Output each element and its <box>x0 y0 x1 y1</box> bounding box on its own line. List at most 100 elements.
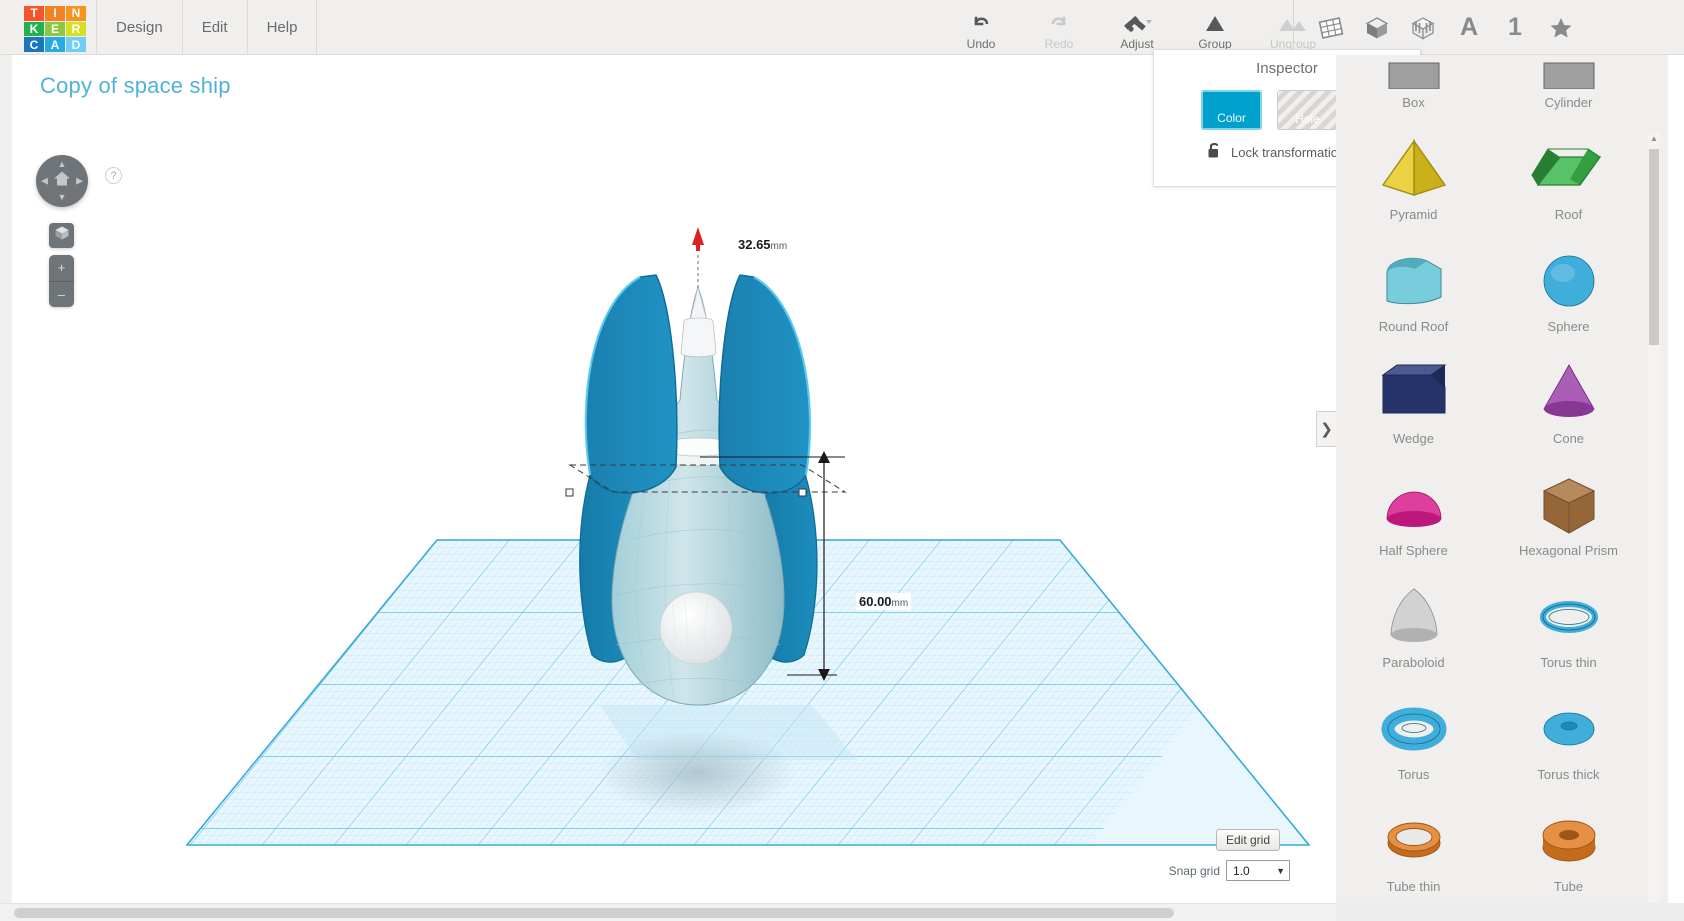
scroll-up-arrow-icon[interactable]: ▲ <box>1649 133 1659 145</box>
snap-grid-label: Snap grid <box>1168 863 1220 878</box>
shape-round-roof[interactable]: Round Roof <box>1336 235 1491 347</box>
unlocked-padlock-icon <box>1207 141 1222 164</box>
3d-viewport[interactable]: Copy of space ship ▲ ▼ ◀ ▶ ? + – 32.65mm… <box>12 55 1332 903</box>
text-tool-icon[interactable]: A <box>1454 13 1484 43</box>
shape-torus-thick-icon <box>1530 691 1608 765</box>
tinkercad-logo[interactable]: TIN KER CAD <box>24 6 86 52</box>
viewport-help-badge[interactable]: ? <box>105 167 122 184</box>
chevron-down-icon: ▼ <box>1276 865 1285 876</box>
solid-cube-icon[interactable] <box>1362 13 1392 43</box>
zoom-controls: + – <box>49 255 74 307</box>
redo-label: Redo <box>1044 37 1074 51</box>
edit-tools: Undo Redo Adjust Group Ungroup <box>942 0 1332 55</box>
spaceship-model <box>579 274 818 706</box>
menu-edit[interactable]: Edit <box>183 0 248 55</box>
shape-pyramid[interactable]: Pyramid <box>1336 123 1491 235</box>
zoom-out-button[interactable]: – <box>49 282 74 308</box>
shape-round-roof-icon <box>1375 243 1453 317</box>
hole-swatch-button[interactable]: Hole <box>1277 90 1338 130</box>
view-mode-icons: A 1 <box>1293 0 1576 55</box>
menu-help[interactable]: Help <box>248 0 318 55</box>
nav-right-arrow-icon[interactable]: ▶ <box>76 176 83 186</box>
shape-half-sphere-icon <box>1375 467 1453 541</box>
fit-to-view-button[interactable] <box>49 223 74 248</box>
shape-round-roof-label: Round Roof <box>1378 319 1449 334</box>
logo-tile-t: T <box>24 6 44 21</box>
hole-swatch-label: Hole <box>1295 112 1320 126</box>
logo-tile-d: D <box>66 37 86 52</box>
collapse-shapes-panel-button[interactable]: ❯ <box>1316 411 1336 447</box>
undo-button[interactable]: Undo <box>942 0 1020 55</box>
shaded-cube-icon[interactable] <box>1408 13 1438 43</box>
color-swatch-label: Color <box>1217 111 1246 125</box>
undo-label: Undo <box>966 37 996 51</box>
edit-grid-button[interactable]: Edit grid <box>1215 829 1280 851</box>
horizontal-scrollbar[interactable] <box>0 903 1336 921</box>
tinkercad-app: TINKERCAD Design Edit Help Undo Redo Adj… <box>0 0 1684 921</box>
lock-transformation-label: Lock transformation <box>1231 145 1346 160</box>
shape-wedge[interactable]: Wedge <box>1336 347 1491 459</box>
workplane-icon[interactable] <box>1316 13 1346 43</box>
object-shadow <box>597 731 797 815</box>
logo-tile-r: R <box>66 21 86 37</box>
scrollbar-thumb[interactable] <box>1649 149 1659 345</box>
group-button[interactable]: Group <box>1176 0 1254 55</box>
logo-tile-k: K <box>24 21 44 37</box>
shape-cone[interactable]: Cone <box>1491 347 1646 459</box>
nav-down-arrow-icon[interactable]: ▼ <box>58 193 67 202</box>
home-view-icon[interactable] <box>53 170 71 193</box>
shapes-panel: Box Cylinder Pyramid Roof Round Roof Sphe… <box>1336 55 1668 921</box>
nav-up-arrow-icon[interactable]: ▲ <box>58 160 67 169</box>
shape-cylinder[interactable]: Cylinder <box>1491 55 1646 123</box>
logo-tile-e: E <box>45 21 65 37</box>
main-menu: Design Edit Help <box>96 0 318 55</box>
object-height-dimension[interactable]: 60.00mm <box>856 593 912 610</box>
logo-tile-i: I <box>45 6 65 21</box>
canvas-left-gutter <box>0 55 12 903</box>
snap-grid-select[interactable]: 1.0 ▼ <box>1226 860 1290 881</box>
shape-tube-thin[interactable]: Tube thin <box>1336 795 1491 907</box>
height-above-workplane-dimension[interactable]: 32.65mm <box>735 236 791 253</box>
shape-roof-icon <box>1530 131 1608 205</box>
wing-front-right <box>718 274 811 494</box>
shape-hexagonal-prism[interactable]: Hexagonal Prism <box>1491 459 1646 571</box>
shape-sphere[interactable]: Sphere <box>1491 235 1646 347</box>
shape-torus-thin[interactable]: Torus thin <box>1491 571 1646 683</box>
top-toolbar: TINKERCAD Design Edit Help Undo Redo Adj… <box>0 0 1684 55</box>
shape-torus[interactable]: Torus <box>1336 683 1491 795</box>
dim-value-32: 32.65 <box>738 237 771 252</box>
shape-tube[interactable]: Tube <box>1491 795 1646 907</box>
zoom-in-button[interactable]: + <box>49 255 74 282</box>
shape-roof[interactable]: Roof <box>1491 123 1646 235</box>
shape-torus-thin-label: Torus thin <box>1540 655 1597 670</box>
nav-left-arrow-icon[interactable]: ◀ <box>41 176 48 186</box>
logo-tile-a: A <box>45 37 65 52</box>
nose-cone <box>689 286 708 322</box>
horizontal-scrollbar-thumb[interactable] <box>14 908 1174 918</box>
adjust-label: Adjust <box>1120 37 1154 51</box>
porthole-sphere <box>659 591 733 665</box>
shape-torus-thick-label: Torus thick <box>1537 767 1600 782</box>
redo-button[interactable]: Redo <box>1020 0 1098 55</box>
dim-value-60: 60.00 <box>859 594 892 609</box>
view-navigation-pad[interactable]: ▲ ▼ ◀ ▶ <box>36 155 88 207</box>
text-tool-glyph: A <box>1459 13 1479 41</box>
shape-cone-label: Cone <box>1552 431 1585 446</box>
menu-design[interactable]: Design <box>96 0 183 55</box>
dim-unit-32: mm <box>770 241 788 252</box>
shape-wedge-icon <box>1375 355 1453 429</box>
shape-box[interactable]: Box <box>1336 55 1491 123</box>
shapes-grid: Box Cylinder Pyramid Roof Round Roof Sphe… <box>1336 55 1646 907</box>
color-swatch-button[interactable]: Color <box>1201 90 1262 130</box>
shape-box-icon <box>1375 55 1453 93</box>
shape-hexagonal-prism-icon <box>1530 467 1608 541</box>
shape-torus-thin-icon <box>1530 579 1608 653</box>
shape-torus-thick[interactable]: Torus thick <box>1491 683 1646 795</box>
adjust-button[interactable]: Adjust <box>1098 0 1176 55</box>
shape-half-sphere[interactable]: Half Sphere <box>1336 459 1491 571</box>
shapes-panel-scrollbar[interactable]: ▲ ▼ <box>1648 133 1660 913</box>
shape-hexagonal-prism-label: Hexagonal Prism <box>1519 543 1618 558</box>
ruler-tool-icon[interactable]: 1 <box>1500 13 1530 43</box>
favorites-star-icon[interactable] <box>1546 13 1576 43</box>
shape-paraboloid[interactable]: Paraboloid <box>1336 571 1491 683</box>
